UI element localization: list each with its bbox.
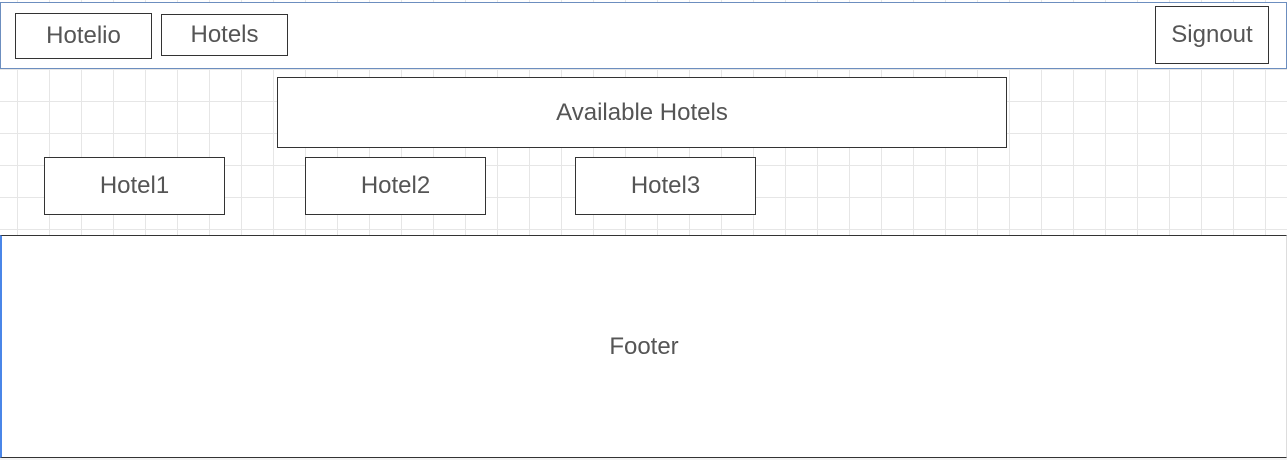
brand-label: Hotelio	[46, 22, 121, 49]
hotels-nav-label: Hotels	[190, 21, 259, 48]
brand-button[interactable]: Hotelio	[15, 13, 152, 59]
footer-label: Footer	[609, 332, 679, 360]
hotel-card-label: Hotel3	[630, 172, 701, 199]
hotel-card-label: Hotel1	[99, 172, 170, 199]
hotels-nav-button[interactable]: Hotels	[161, 14, 288, 56]
signout-button[interactable]: Signout	[1155, 6, 1269, 64]
hotel-card-label: Hotel2	[360, 172, 431, 199]
hotel-card-3[interactable]: Hotel3	[575, 157, 756, 215]
available-hotels-title: Available Hotels	[277, 77, 1007, 148]
available-hotels-label: Available Hotels	[556, 98, 728, 126]
footer-section: Footer	[0, 235, 1287, 458]
hotel-card-1[interactable]: Hotel1	[44, 157, 225, 215]
signout-label: Signout	[1171, 21, 1253, 48]
hotel-card-2[interactable]: Hotel2	[305, 157, 486, 215]
